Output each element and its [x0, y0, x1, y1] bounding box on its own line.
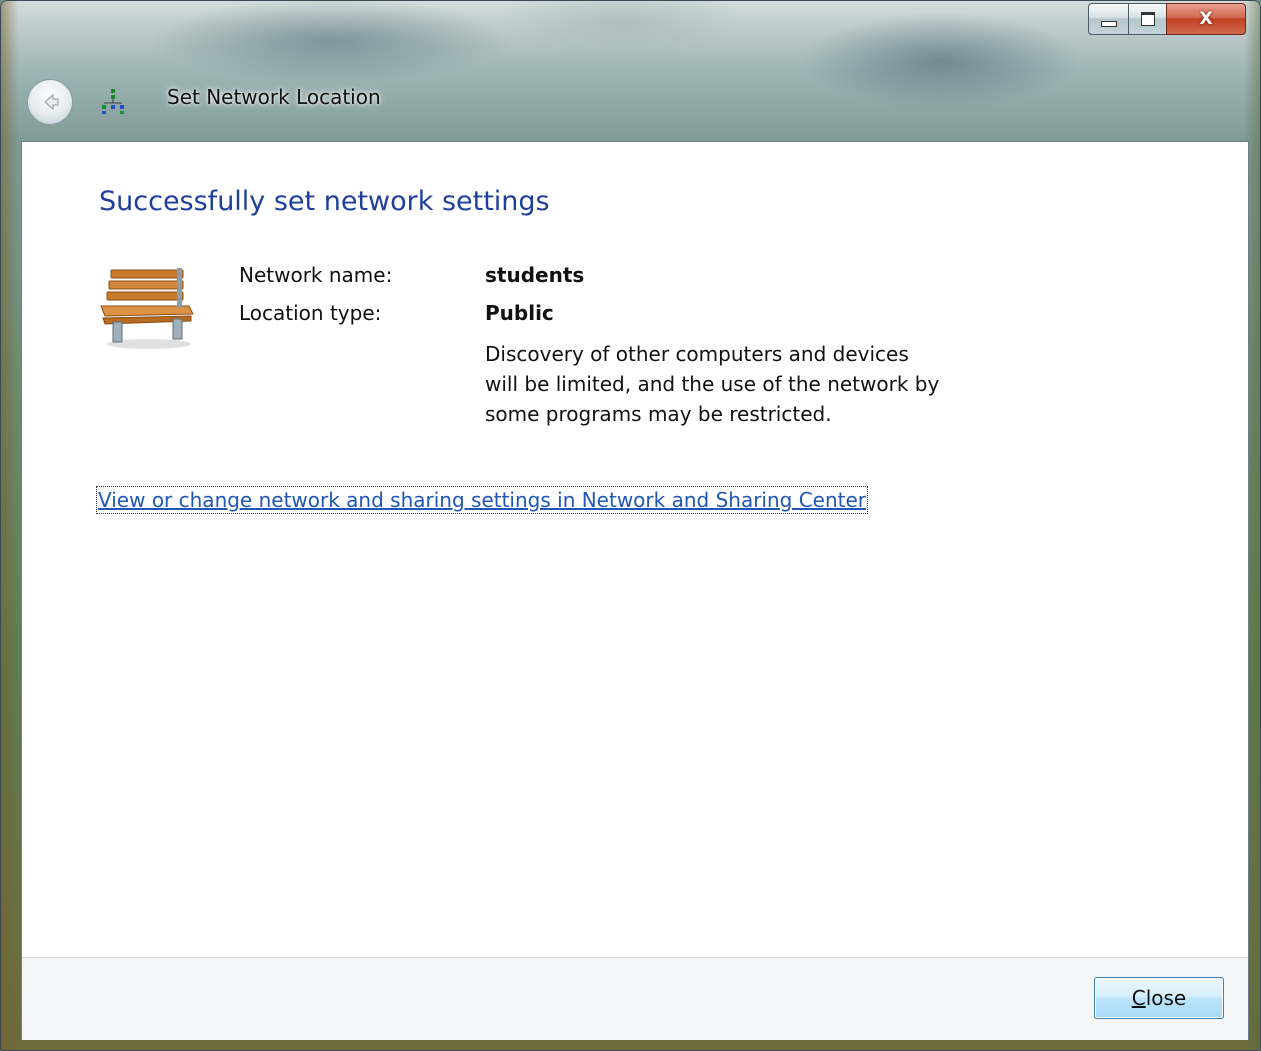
window-title: Set Network Location	[167, 85, 381, 109]
back-button[interactable]	[27, 79, 73, 125]
location-type-value: Public	[485, 301, 554, 325]
location-type-label: Location type:	[239, 301, 382, 325]
park-bench-icon	[100, 268, 194, 349]
page-title: Successfully set network settings	[99, 186, 550, 217]
content-panel: Successfully set network settings Networ…	[21, 141, 1249, 1040]
close-icon: X	[1199, 9, 1213, 29]
maximize-icon	[1140, 12, 1155, 26]
window-frame: X Set Network Location Successfully set …	[0, 0, 1261, 1051]
maximize-button[interactable]	[1128, 3, 1166, 35]
dialog-footer: Close	[22, 958, 1248, 1040]
network-icon	[102, 89, 124, 114]
close-button-label: lose	[1145, 986, 1187, 1010]
minimize-icon	[1100, 21, 1117, 27]
network-sharing-center-link[interactable]: View or change network and sharing setti…	[95, 486, 869, 514]
network-name-value: students	[485, 263, 585, 287]
close-button[interactable]: Close	[1094, 977, 1224, 1019]
close-window-button[interactable]: X	[1166, 3, 1246, 35]
back-arrow-icon	[44, 93, 59, 111]
location-description: Discovery of other computers and devices…	[485, 342, 940, 426]
minimize-button[interactable]	[1088, 3, 1128, 35]
close-button-mnemonic: C	[1131, 986, 1146, 1010]
network-name-label: Network name:	[239, 263, 393, 287]
caption-buttons: X	[1088, 3, 1246, 35]
